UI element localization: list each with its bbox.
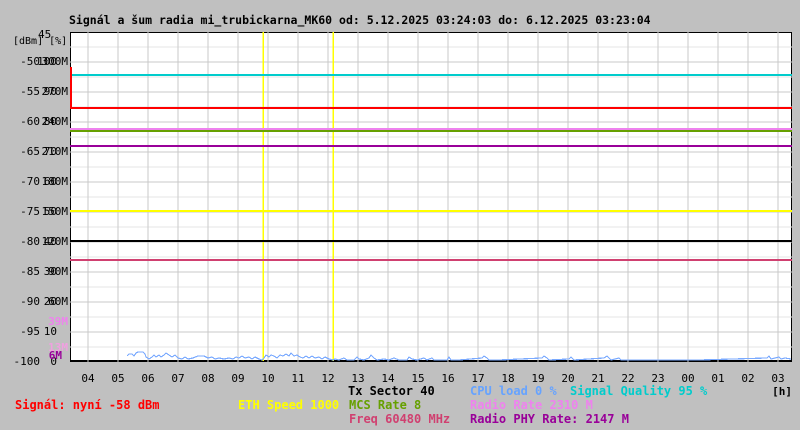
- x-axis-hour-label: 02: [733, 373, 763, 385]
- x-axis-hour-label: 03: [763, 373, 793, 385]
- y-axis-label-rate: 150M: [0, 206, 68, 218]
- y-axis-label-rate: 120M: [0, 236, 68, 248]
- y-axis-label-rate: 300M: [0, 56, 68, 68]
- chart-svg: [0, 0, 800, 430]
- y-axis-value-label: 6M: [0, 350, 62, 362]
- x-axis-hour-label: 10: [253, 373, 283, 385]
- legend-cpu-load: CPU load 0 %: [470, 385, 557, 398]
- x-axis-hour-label: 07: [163, 373, 193, 385]
- legend-mcs-rate: MCS Rate 8: [349, 399, 421, 412]
- legend-eth-speed: ETH Speed 1000: [238, 399, 339, 412]
- x-axis-hour-label: 08: [193, 373, 223, 385]
- x-axis-hour-label: 12: [313, 373, 343, 385]
- radio-signal-graph-page: Signál a šum radia mi_trubickarna_MK60 o…: [0, 0, 800, 430]
- legend-tx-sector: Tx Sector 40: [348, 385, 435, 398]
- y-axis-label-rate: 270M: [0, 86, 68, 98]
- x-axis-hour-label: 11: [283, 373, 313, 385]
- y-axis-label-rate: 60M: [0, 296, 68, 308]
- y-axis-label-rate: 90M: [0, 266, 68, 278]
- x-axis-hour-label: 16: [433, 373, 463, 385]
- x-axis-unit-label: [h]: [760, 385, 792, 398]
- x-axis-hour-label: 05: [103, 373, 133, 385]
- legend-radio-rate: Radio Rate 2310 M: [470, 399, 593, 412]
- cpu-load-line: [127, 352, 791, 360]
- y-axis-value-label: 39M: [0, 316, 68, 328]
- y-axis-label-rate: 240M: [0, 116, 68, 128]
- x-axis-hour-label: 04: [73, 373, 103, 385]
- y-axis-label-rate: 180M: [0, 176, 68, 188]
- x-axis-hour-label: 01: [703, 373, 733, 385]
- legend-freq: Freq 60480 MHz: [349, 413, 450, 426]
- legend-signal-now: Signál: nyní -58 dBm: [15, 399, 160, 412]
- x-axis-hour-label: 09: [223, 373, 253, 385]
- x-axis-hour-label: 06: [133, 373, 163, 385]
- legend-signal-quality: Signal Quality 95 %: [570, 385, 707, 398]
- legend-radio-phy-rate: Radio PHY Rate: 2147 M: [470, 413, 629, 426]
- signal-line: [71, 67, 792, 108]
- y-axis-label-rate: 210M: [0, 146, 68, 158]
